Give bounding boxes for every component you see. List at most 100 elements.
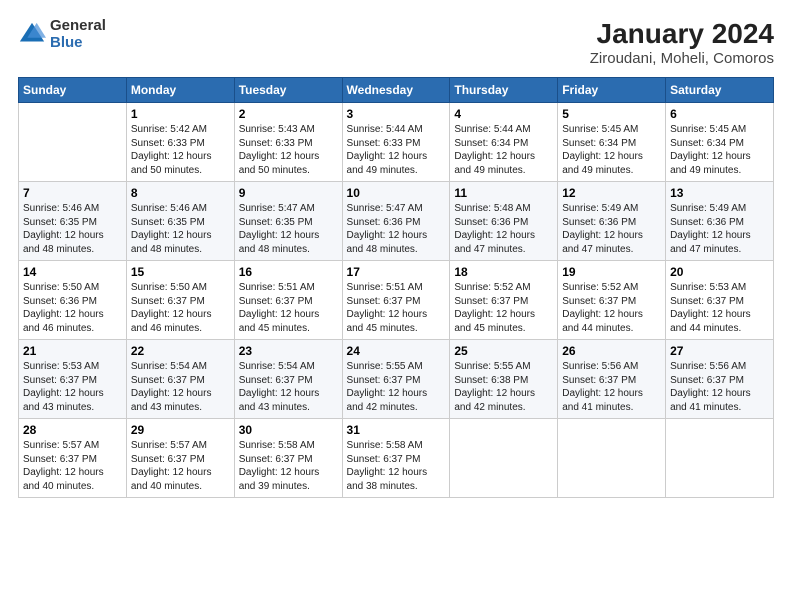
calendar-cell — [558, 419, 666, 498]
day-info: Sunrise: 5:44 AMSunset: 6:34 PMDaylight:… — [454, 123, 553, 177]
day-info: Sunrise: 5:57 AMSunset: 6:37 PMDaylight:… — [23, 439, 122, 493]
calendar-cell: 6 Sunrise: 5:45 AMSunset: 6:34 PMDaylight… — [666, 103, 774, 182]
calendar-cell: 15 Sunrise: 5:50 AMSunset: 6:37 PMDayligh… — [126, 261, 234, 340]
day-info: Sunrise: 5:44 AMSunset: 6:33 PMDaylight:… — [347, 123, 446, 177]
calendar-cell — [19, 103, 127, 182]
day-info: Sunrise: 5:42 AMSunset: 6:33 PMDaylight:… — [131, 123, 230, 177]
week-row-3: 14 Sunrise: 5:50 AMSunset: 6:36 PMDayligh… — [19, 261, 774, 340]
calendar-cell: 21Sunrise: 5:53 AMSunset: 6:37 PMDayligh… — [19, 340, 127, 419]
day-info: Sunrise: 5:54 AMSunset: 6:37 PMDaylight:… — [239, 360, 338, 414]
calendar-cell: 27 Sunrise: 5:56 AMSunset: 6:37 PMDayligh… — [666, 340, 774, 419]
day-info: Sunrise: 5:56 AMSunset: 6:37 PMDaylight:… — [670, 360, 769, 414]
col-header-wednesday: Wednesday — [342, 78, 450, 103]
logo-blue: Blue — [50, 35, 106, 52]
day-number: 12 — [562, 186, 661, 200]
day-number: 18 — [454, 265, 553, 279]
day-number: 29 — [131, 423, 230, 437]
day-info: Sunrise: 5:55 AMSunset: 6:37 PMDaylight:… — [347, 360, 446, 414]
day-number: 31 — [347, 423, 446, 437]
calendar-cell: 12 Sunrise: 5:49 AMSunset: 6:36 PMDayligh… — [558, 182, 666, 261]
calendar-cell: 1 Sunrise: 5:42 AMSunset: 6:33 PMDaylight… — [126, 103, 234, 182]
calendar-cell: 19 Sunrise: 5:52 AMSunset: 6:37 PMDayligh… — [558, 261, 666, 340]
calendar-cell: 26Sunrise: 5:56 AMSunset: 6:37 PMDayligh… — [558, 340, 666, 419]
calendar-cell: 14 Sunrise: 5:50 AMSunset: 6:36 PMDayligh… — [19, 261, 127, 340]
day-number: 1 — [131, 107, 230, 121]
day-number: 30 — [239, 423, 338, 437]
day-number: 19 — [562, 265, 661, 279]
day-info: Sunrise: 5:55 AMSunset: 6:38 PMDaylight:… — [454, 360, 553, 414]
calendar-cell: 30 Sunrise: 5:58 AMSunset: 6:37 PMDayligh… — [234, 419, 342, 498]
calendar-cell: 2 Sunrise: 5:43 AMSunset: 6:33 PMDaylight… — [234, 103, 342, 182]
day-info: Sunrise: 5:53 AMSunset: 6:37 PMDaylight:… — [670, 281, 769, 335]
day-info: Sunrise: 5:50 AMSunset: 6:37 PMDaylight:… — [131, 281, 230, 335]
day-number: 17 — [347, 265, 446, 279]
day-info: Sunrise: 5:47 AMSunset: 6:36 PMDaylight:… — [347, 202, 446, 256]
day-info: Sunrise: 5:49 AMSunset: 6:36 PMDaylight:… — [670, 202, 769, 256]
calendar-cell: 29 Sunrise: 5:57 AMSunset: 6:37 PMDayligh… — [126, 419, 234, 498]
calendar-cell — [450, 419, 558, 498]
day-number: 27 — [670, 344, 769, 358]
day-info: Sunrise: 5:58 AMSunset: 6:37 PMDaylight:… — [239, 439, 338, 493]
calendar-cell: 5 Sunrise: 5:45 AMSunset: 6:34 PMDaylight… — [558, 103, 666, 182]
day-number: 23 — [239, 344, 338, 358]
day-info: Sunrise: 5:51 AMSunset: 6:37 PMDaylight:… — [347, 281, 446, 335]
day-info: Sunrise: 5:57 AMSunset: 6:37 PMDaylight:… — [131, 439, 230, 493]
day-info: Sunrise: 5:52 AMSunset: 6:37 PMDaylight:… — [562, 281, 661, 335]
day-number: 22 — [131, 344, 230, 358]
day-number: 5 — [562, 107, 661, 121]
col-header-thursday: Thursday — [450, 78, 558, 103]
day-info: Sunrise: 5:50 AMSunset: 6:36 PMDaylight:… — [23, 281, 122, 335]
day-info: Sunrise: 5:43 AMSunset: 6:33 PMDaylight:… — [239, 123, 338, 177]
calendar-cell: 9 Sunrise: 5:47 AMSunset: 6:35 PMDaylight… — [234, 182, 342, 261]
day-info: Sunrise: 5:45 AMSunset: 6:34 PMDaylight:… — [670, 123, 769, 177]
calendar-table: SundayMondayTuesdayWednesdayThursdayFrid… — [18, 77, 774, 498]
day-info: Sunrise: 5:47 AMSunset: 6:35 PMDaylight:… — [239, 202, 338, 256]
header: General Blue January 2024 Ziroudani, Moh… — [18, 18, 774, 67]
calendar-subtitle: Ziroudani, Moheli, Comoros — [590, 50, 774, 67]
calendar-cell: 7Sunrise: 5:46 AMSunset: 6:35 PMDaylight… — [19, 182, 127, 261]
day-number: 6 — [670, 107, 769, 121]
day-number: 28 — [23, 423, 122, 437]
day-info: Sunrise: 5:51 AMSunset: 6:37 PMDaylight:… — [239, 281, 338, 335]
col-header-friday: Friday — [558, 78, 666, 103]
calendar-cell: 8Sunrise: 5:46 AMSunset: 6:35 PMDaylight… — [126, 182, 234, 261]
calendar-cell: 20Sunrise: 5:53 AMSunset: 6:37 PMDayligh… — [666, 261, 774, 340]
logo-icon — [18, 21, 46, 49]
day-number: 16 — [239, 265, 338, 279]
day-number: 21 — [23, 344, 122, 358]
calendar-cell: 23 Sunrise: 5:54 AMSunset: 6:37 PMDayligh… — [234, 340, 342, 419]
calendar-cell — [666, 419, 774, 498]
calendar-cell: 24Sunrise: 5:55 AMSunset: 6:37 PMDayligh… — [342, 340, 450, 419]
calendar-cell: 31Sunrise: 5:58 AMSunset: 6:37 PMDayligh… — [342, 419, 450, 498]
calendar-cell: 13 Sunrise: 5:49 AMSunset: 6:36 PMDayligh… — [666, 182, 774, 261]
col-header-saturday: Saturday — [666, 78, 774, 103]
calendar-cell: 4 Sunrise: 5:44 AMSunset: 6:34 PMDaylight… — [450, 103, 558, 182]
day-number: 14 — [23, 265, 122, 279]
day-info: Sunrise: 5:48 AMSunset: 6:36 PMDaylight:… — [454, 202, 553, 256]
day-number: 10 — [347, 186, 446, 200]
week-row-5: 28 Sunrise: 5:57 AMSunset: 6:37 PMDayligh… — [19, 419, 774, 498]
calendar-cell: 28 Sunrise: 5:57 AMSunset: 6:37 PMDayligh… — [19, 419, 127, 498]
calendar-cell: 16 Sunrise: 5:51 AMSunset: 6:37 PMDayligh… — [234, 261, 342, 340]
day-number: 4 — [454, 107, 553, 121]
calendar-cell: 22 Sunrise: 5:54 AMSunset: 6:37 PMDayligh… — [126, 340, 234, 419]
col-header-monday: Monday — [126, 78, 234, 103]
day-info: Sunrise: 5:54 AMSunset: 6:37 PMDaylight:… — [131, 360, 230, 414]
day-number: 8 — [131, 186, 230, 200]
calendar-cell: 18 Sunrise: 5:52 AMSunset: 6:37 PMDayligh… — [450, 261, 558, 340]
day-info: Sunrise: 5:45 AMSunset: 6:34 PMDaylight:… — [562, 123, 661, 177]
day-number: 2 — [239, 107, 338, 121]
day-number: 13 — [670, 186, 769, 200]
calendar-cell: 10 Sunrise: 5:47 AMSunset: 6:36 PMDayligh… — [342, 182, 450, 261]
day-number: 25 — [454, 344, 553, 358]
day-info: Sunrise: 5:49 AMSunset: 6:36 PMDaylight:… — [562, 202, 661, 256]
week-row-1: 1 Sunrise: 5:42 AMSunset: 6:33 PMDaylight… — [19, 103, 774, 182]
calendar-cell: 17 Sunrise: 5:51 AMSunset: 6:37 PMDayligh… — [342, 261, 450, 340]
calendar-cell: 25 Sunrise: 5:55 AMSunset: 6:38 PMDayligh… — [450, 340, 558, 419]
title-block: January 2024 Ziroudani, Moheli, Comoros — [590, 18, 774, 67]
day-number: 15 — [131, 265, 230, 279]
day-info: Sunrise: 5:52 AMSunset: 6:37 PMDaylight:… — [454, 281, 553, 335]
day-number: 3 — [347, 107, 446, 121]
calendar-title: January 2024 — [590, 18, 774, 50]
day-number: 9 — [239, 186, 338, 200]
